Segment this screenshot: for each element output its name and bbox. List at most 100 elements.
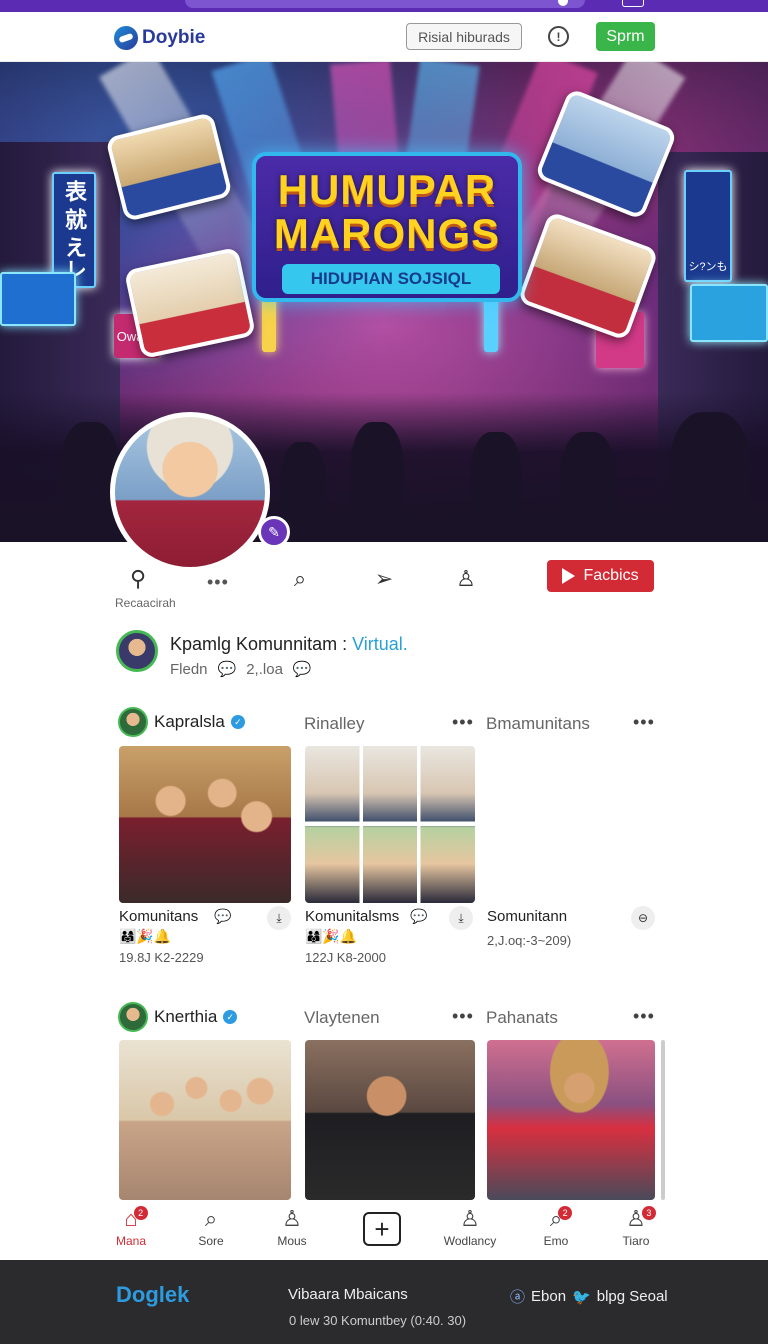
- user-avatar: [118, 1002, 148, 1032]
- chat-icon: 💬: [292, 661, 312, 678]
- twitter-icon: 🐦: [572, 1288, 591, 1306]
- comment-icon: 💬: [217, 661, 237, 678]
- more-options-icon[interactable]: •••: [633, 1006, 655, 1027]
- tab-label: Mana: [115, 1234, 147, 1248]
- send-icon[interactable]: ➢: [367, 562, 401, 596]
- post-image[interactable]: [119, 746, 291, 903]
- battery-icon: [622, 0, 644, 7]
- user-icon: ♙: [282, 1206, 302, 1231]
- edit-badge-icon[interactable]: ✎: [258, 516, 290, 548]
- app-header: Doybie Risial hiburads ! Sprm: [0, 12, 768, 62]
- search-icon[interactable]: ⌕: [283, 562, 317, 596]
- footer-social-link[interactable]: Ebon: [531, 1288, 566, 1305]
- more-options-icon[interactable]: •••: [633, 712, 655, 733]
- post-caption: Komunitans: [119, 908, 199, 925]
- tab-label: Mous: [277, 1234, 307, 1248]
- post-image[interactable]: [119, 1040, 291, 1200]
- post-caption: Komunitalsms: [305, 908, 400, 925]
- hero-subtitle: HIDUPIAN SOJSIQL: [282, 264, 500, 294]
- emoji-reactions: 👨‍👩‍👧🎉🔔: [119, 928, 172, 944]
- verified-icon: ✓: [230, 715, 245, 729]
- logo-icon: [114, 26, 138, 50]
- people-icon: ♙ 3: [626, 1204, 656, 1234]
- download-icon[interactable]: ⤓: [267, 906, 291, 930]
- tab-label: Emo: [543, 1234, 569, 1248]
- footer-link[interactable]: Vibaara Mbaicans: [288, 1286, 408, 1303]
- post-image[interactable]: [305, 1040, 475, 1200]
- video-button[interactable]: Facbics: [547, 560, 654, 592]
- footer: Doglek Vibaara Mbaicans ⓐ Ebon 🐦 blpg Se…: [0, 1260, 768, 1344]
- status-bar: [0, 0, 768, 12]
- notification-badge: 2: [133, 1206, 148, 1220]
- badge-icon[interactable]: ⊖: [631, 906, 655, 930]
- community-row[interactable]: Kpamlg Komunnitam : Virtual. Fledn 💬 2,.…: [116, 628, 716, 688]
- download-icon[interactable]: ⤓: [449, 906, 473, 930]
- user-icon: ♙: [460, 1206, 480, 1231]
- section-user-name: Knerthia: [154, 1007, 218, 1026]
- post-caption: Somunitann: [487, 908, 568, 925]
- header-primary-button[interactable]: Sprm: [596, 22, 655, 51]
- tab-profile[interactable]: ♙ Mous: [262, 1204, 322, 1260]
- crowd-person: [560, 432, 616, 542]
- community-meta-count: 2,.loa: [246, 660, 283, 678]
- action-label: Recaacirah: [115, 596, 176, 610]
- column-heading: Vlaytenen: [304, 1008, 380, 1027]
- tab-search[interactable]: ⌕ Sore: [181, 1204, 241, 1260]
- neon-sign-board: [0, 272, 76, 326]
- neon-sign: 表 就 えレ: [52, 172, 96, 288]
- post-image-grid[interactable]: [305, 746, 475, 903]
- column-heading: Bmamunitans: [486, 714, 590, 733]
- crowd-person: [670, 412, 750, 542]
- hero-title-card: HUMUPAR MARONGS HIDUPIAN SOJSIQL: [252, 152, 522, 302]
- create-post-button[interactable]: +: [363, 1212, 401, 1246]
- tab-home[interactable]: ⌂ 2 Mana: [101, 1204, 161, 1260]
- hero-title-line2: MARONGS: [273, 210, 501, 257]
- post-image[interactable]: [487, 1040, 655, 1200]
- column-heading: Rinalley: [304, 714, 365, 733]
- header-outline-button[interactable]: Risial hiburads: [406, 23, 522, 50]
- user-avatar: [118, 707, 148, 737]
- crowd-person: [350, 422, 404, 542]
- community-meta: Fledn 💬 2,.loa 💬: [170, 660, 312, 679]
- tab-account[interactable]: ♙ Wodlancy: [440, 1204, 500, 1260]
- verified-icon: ✓: [223, 1010, 238, 1024]
- post-meta: 122J K8-2000: [305, 950, 386, 965]
- footer-copyright: 0 lew 30 Komuntbey (0:40. 30): [289, 1313, 467, 1328]
- footer-logo[interactable]: Doglek: [116, 1282, 189, 1308]
- play-icon: [562, 568, 576, 584]
- community-title-accent: Virtual.: [352, 634, 408, 654]
- emoji-reactions: 👨‍👩‍👦🎉🔔: [305, 928, 358, 944]
- action-row: ⚲ Recaacirah ••• ⌕ ➢ ♙ Facbics: [0, 548, 768, 618]
- pin-icon[interactable]: ⚲: [121, 562, 155, 596]
- community-avatar[interactable]: [116, 630, 158, 672]
- community-meta-name: Fledn: [170, 660, 208, 678]
- info-icon[interactable]: !: [548, 26, 569, 47]
- hero-title-line1: HUMUPAR: [277, 166, 497, 213]
- footer-social-link[interactable]: blpg Seoal: [597, 1288, 668, 1305]
- column-heading: Pahanats: [486, 1008, 558, 1027]
- app-logo[interactable]: Doybie: [114, 26, 205, 50]
- tab-groups[interactable]: ♙ 3 Tiaro: [606, 1204, 666, 1260]
- logo-text: Doybie: [142, 27, 206, 48]
- footer-social: ⓐ Ebon 🐦 blpg Seoal: [510, 1286, 668, 1307]
- tab-label: Tiaro: [622, 1234, 650, 1248]
- tab-label: Wodlancy: [443, 1234, 497, 1248]
- more-options-icon[interactable]: •••: [452, 1006, 474, 1027]
- notification-badge: 2: [558, 1206, 573, 1220]
- user-icon[interactable]: ♙: [449, 562, 483, 596]
- tab-label: Sore: [198, 1234, 224, 1248]
- neon-sign-board: [690, 284, 768, 342]
- scrollbar[interactable]: [661, 1040, 665, 1200]
- section-user[interactable]: Kapralsla ✓: [118, 707, 245, 737]
- crowd-person: [470, 432, 522, 542]
- comment-icon: 💬: [410, 908, 428, 924]
- more-options-icon[interactable]: •••: [207, 572, 229, 593]
- bottom-tab-bar: ⌂ 2 Mana ⌕ Sore ♙ Mous + ♙ Wodlancy ⌕ 2 Em…: [0, 1204, 768, 1260]
- tab-explore[interactable]: ⌕ 2 Emo: [526, 1204, 586, 1260]
- more-options-icon[interactable]: •••: [452, 712, 474, 733]
- floating-photo: [123, 246, 257, 360]
- at-icon: ⓐ: [510, 1289, 526, 1306]
- post-meta: 2,J.oq:-3~209): [487, 933, 572, 948]
- section-user[interactable]: Knerthia ✓: [118, 1002, 238, 1032]
- post-meta: 19.8J K2-2229: [119, 950, 204, 965]
